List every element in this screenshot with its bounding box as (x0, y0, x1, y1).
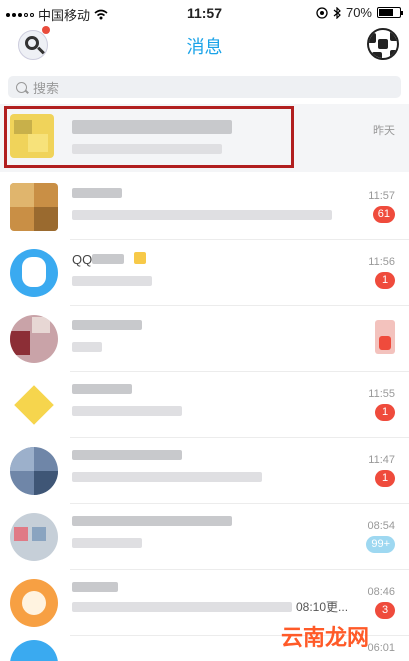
unread-badge: 3 (375, 602, 395, 619)
search-bar[interactable]: 搜索 (8, 76, 401, 98)
search-placeholder: 搜索 (33, 80, 60, 96)
conversation-avatar (10, 249, 58, 297)
pixel-block (22, 591, 46, 615)
pixel-block (10, 183, 34, 207)
blurred-preview (72, 538, 142, 548)
pixel-block (32, 527, 46, 541)
conversation-avatar (10, 315, 58, 363)
conversation-row[interactable]: QQ 11:56 1 (0, 240, 409, 306)
conversation-time: 06:01 (367, 642, 395, 654)
blurred-name (72, 188, 122, 198)
conversation-row[interactable]: 11:55 1 (0, 372, 409, 438)
pixel-block (14, 527, 28, 541)
conversation-row[interactable]: 08:54 99+ (0, 504, 409, 570)
location-lock-icon (316, 6, 328, 19)
conversation-time: 08:54 (367, 520, 395, 532)
blurred-preview (72, 472, 262, 482)
blurred-preview (72, 406, 182, 416)
conversation-avatar (10, 447, 58, 495)
conversation-name: QQ (72, 252, 93, 267)
status-bar: 中国移动 11:57 70% (0, 0, 409, 26)
conversation-time: 08:46 (367, 586, 395, 598)
blurred-badge (379, 336, 391, 350)
battery-percent: 70% (345, 5, 372, 20)
conversation-avatar (10, 579, 58, 627)
conversation-avatar (10, 183, 58, 231)
conversation-time: 11:57 (368, 190, 395, 202)
blurred-name (72, 320, 142, 330)
highlight-box (4, 106, 294, 168)
conversation-row[interactable]: 11:57 61 (0, 174, 409, 240)
blurred-name (72, 384, 132, 394)
star-icon (14, 385, 54, 425)
blurred-preview (72, 602, 292, 612)
unread-badge: 61 (372, 206, 395, 223)
page-title: 消息 (186, 37, 223, 57)
status-right: 70% (316, 5, 403, 20)
unread-badge: 1 (375, 272, 395, 289)
ball-patch (369, 33, 376, 43)
conversation-row[interactable] (0, 306, 409, 372)
pixel-block (10, 447, 34, 471)
blurred-preview (72, 342, 102, 352)
ball-patch (378, 39, 388, 49)
unread-badge: 1 (375, 404, 395, 421)
blurred-name (72, 516, 232, 526)
conversation-time: 11:55 (368, 388, 395, 400)
message-preview: 08:10更... (296, 600, 349, 614)
pixel-block (32, 317, 50, 333)
header: 消息 (0, 26, 409, 66)
blurred-name (92, 254, 124, 264)
conversation-time: 11:56 (368, 256, 395, 268)
blurred-preview (72, 210, 332, 220)
battery-icon (377, 7, 403, 18)
search-icon (16, 81, 27, 93)
conversation-row[interactable]: 11:47 1 (0, 438, 409, 504)
conversation-avatar (10, 640, 58, 661)
battery-fill (379, 9, 393, 16)
unread-badge: 1 (375, 470, 395, 487)
bluetooth-icon (333, 6, 341, 19)
soccer-ball-icon[interactable] (367, 28, 399, 60)
watermark: 云南龙网 (280, 625, 369, 650)
pixel-block (10, 331, 30, 355)
blurred-name (72, 582, 118, 592)
pixel-block (34, 471, 58, 495)
unread-badge: 99+ (366, 536, 395, 553)
blurred-preview (72, 276, 152, 286)
conversation-avatar (10, 513, 58, 561)
pixel-block (34, 207, 58, 231)
vip-icon (134, 252, 146, 264)
conversation-avatar (10, 381, 58, 429)
conversation-time: 昨天 (373, 125, 395, 137)
qq-penguin-icon (22, 257, 46, 287)
conversation-time: 11:47 (368, 454, 395, 466)
blurred-name (72, 450, 182, 460)
